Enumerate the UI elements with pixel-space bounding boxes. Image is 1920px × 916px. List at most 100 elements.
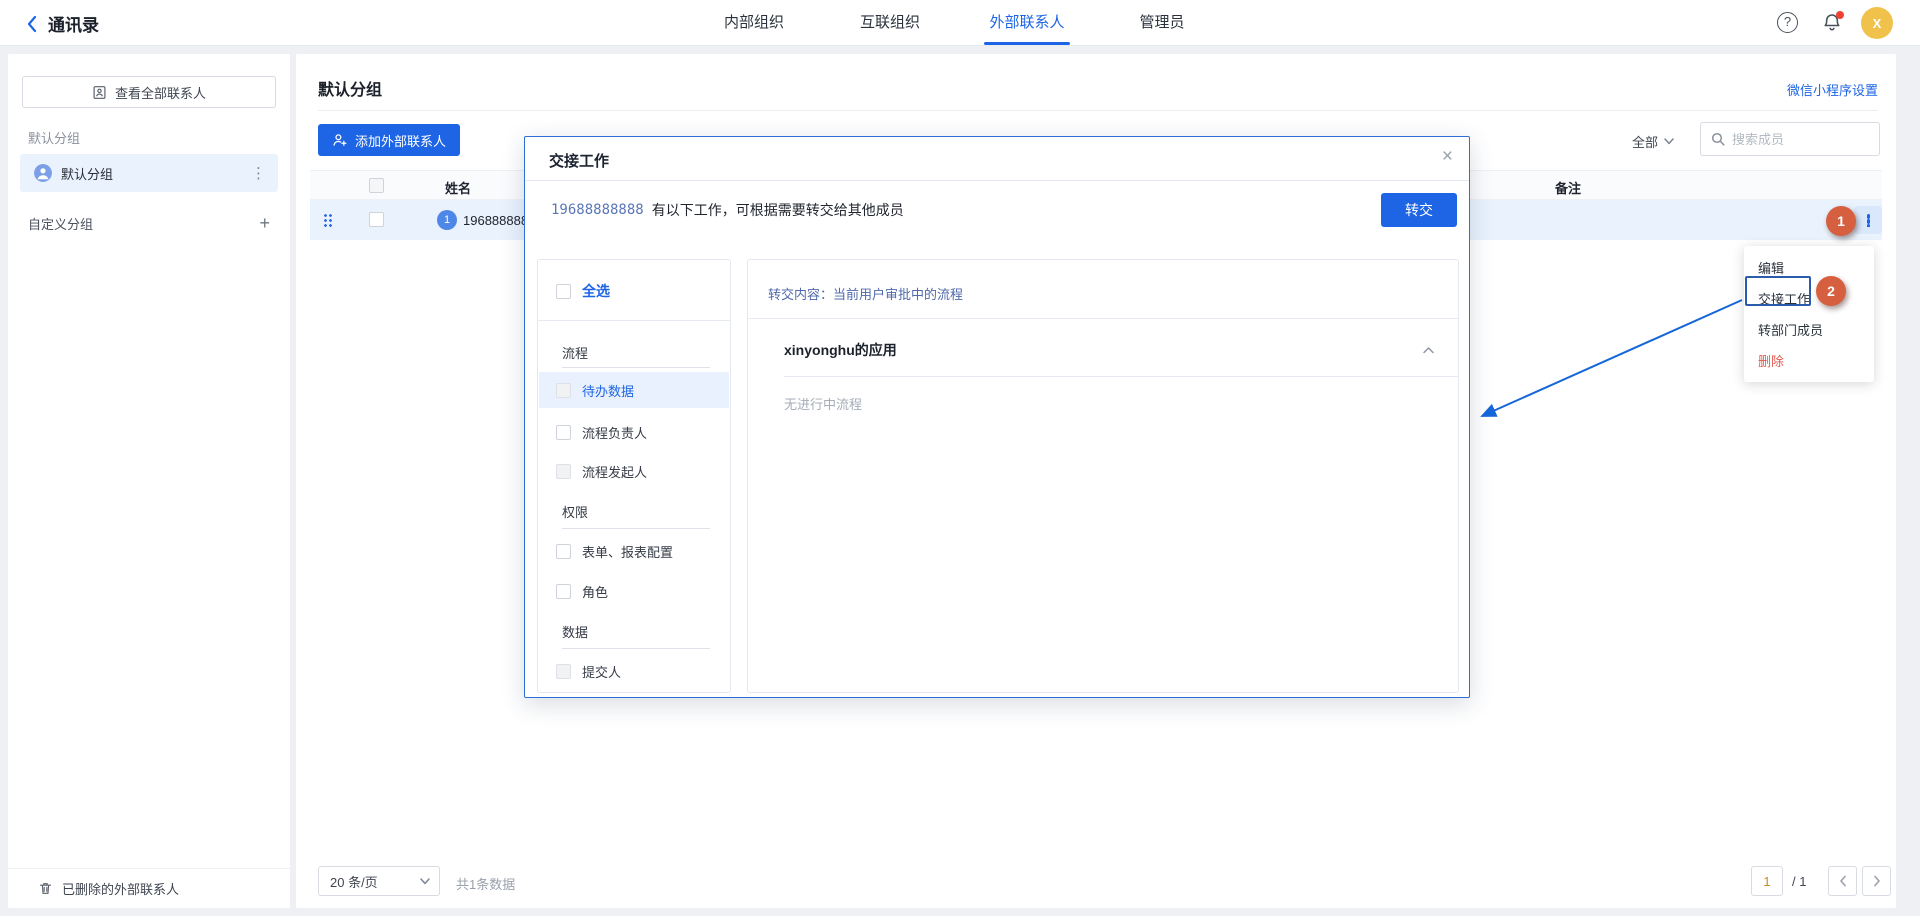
view-all-contacts-button[interactable]: 查看全部联系人 — [22, 76, 276, 108]
sidebar-item-default-group[interactable]: 默认分组 ⋮ — [20, 154, 278, 192]
total-pages-label: / 1 — [1792, 874, 1806, 889]
handover-modal: 交接工作 × 19688888888 有以下工作，可根据需要转交给其他成员 转交… — [524, 136, 1470, 698]
checkbox[interactable] — [556, 664, 571, 679]
select-all-checkbox[interactable] — [369, 178, 384, 193]
row-kebab-menu-icon[interactable] — [1854, 206, 1882, 234]
checklist-item-process-owner[interactable]: 流程负责人 — [556, 416, 647, 448]
app-group-row[interactable]: xinyonghu的应用 — [784, 334, 1434, 366]
section-label-permission: 权限 — [562, 502, 588, 521]
checklist-item-pending-data[interactable]: 待办数据 — [539, 372, 729, 408]
column-header-name: 姓名 — [445, 178, 471, 197]
divider — [748, 318, 1458, 319]
notification-bell-icon[interactable] — [1821, 11, 1845, 35]
row-avatar: 1 — [437, 210, 457, 230]
checklist-item-role[interactable]: 角色 — [556, 575, 608, 607]
custom-group-label: 自定义分组 — [28, 214, 93, 233]
checkbox[interactable] — [556, 464, 571, 479]
current-page-input[interactable]: 1 — [1751, 866, 1783, 896]
select-all-checkbox[interactable] — [556, 284, 571, 299]
section-underline — [562, 367, 710, 368]
checkbox[interactable] — [556, 584, 571, 599]
top-bar: 通讯录 内部组织 互联组织 外部联系人 管理员 ? X — [0, 0, 1920, 46]
tab-external-contacts[interactable]: 外部联系人 — [974, 0, 1080, 46]
checklist-item-label: 流程发起人 — [582, 462, 647, 481]
page-title: 通讯录 — [48, 11, 99, 36]
main-title: 默认分组 — [318, 76, 382, 100]
menu-item-handover-work[interactable]: 交接工作 — [1744, 283, 1874, 314]
notification-dot — [1836, 11, 1844, 19]
page-size-label: 20 条/页 — [330, 872, 378, 891]
checkbox[interactable] — [556, 383, 571, 398]
group-section-label: 默认分组 — [28, 128, 80, 147]
checklist-item-label: 提交人 — [582, 662, 621, 681]
checklist-item-label: 流程负责人 — [582, 423, 647, 442]
tab-internal-org[interactable]: 内部组织 — [712, 0, 796, 46]
tab-connected-org[interactable]: 互联组织 — [848, 0, 932, 46]
checkbox[interactable] — [556, 544, 571, 559]
default-group-label: 默认分组 — [61, 164, 251, 183]
transfer-content-panel: 转交内容：当前用户审批中的流程 xinyonghu的应用 无进行中流程 — [747, 259, 1459, 693]
divider — [538, 320, 730, 321]
back-chevron-icon — [26, 15, 38, 33]
menu-item-delete[interactable]: 删除 — [1744, 345, 1874, 376]
row-checkbox[interactable] — [369, 212, 384, 227]
header-divider — [318, 110, 1878, 111]
deleted-contacts-button[interactable]: 已删除的外部联系人 — [8, 868, 290, 908]
search-input[interactable] — [1732, 132, 1869, 147]
checklist-item-form-report-config[interactable]: 表单、报表配置 — [556, 535, 673, 567]
total-count-label: 共1条数据 — [456, 874, 515, 893]
empty-process-label: 无进行中流程 — [784, 394, 862, 413]
sidebar: 查看全部联系人 默认分组 默认分组 ⋮ 自定义分组 + — [8, 54, 290, 908]
view-all-contacts-label: 查看全部联系人 — [115, 83, 206, 102]
row-context-menu: 编辑 交接工作 转部门成员 删除 — [1744, 246, 1874, 382]
group-person-icon — [34, 164, 52, 182]
select-all-label: 全选 — [582, 281, 610, 301]
tab-admin[interactable]: 管理员 — [1126, 0, 1198, 46]
chevron-down-icon — [420, 878, 430, 885]
add-external-contact-button[interactable]: 添加外部联系人 — [318, 124, 460, 156]
section-label-data: 数据 — [562, 622, 588, 641]
help-icon[interactable]: ? — [1777, 12, 1798, 33]
menu-item-transfer-department-member[interactable]: 转部门成员 — [1744, 314, 1874, 345]
page: 通讯录 内部组织 互联组织 外部联系人 管理员 ? X 查看全部联系人 — [0, 0, 1920, 916]
prev-page-button[interactable] — [1828, 866, 1857, 896]
search-icon — [1711, 132, 1725, 146]
checklist-panel: 全选 流程 待办数据 流程负责人 流程发起人 权限 表单、报表配置 — [537, 259, 731, 693]
active-tab-underline — [984, 42, 1070, 45]
close-icon[interactable]: × — [1442, 147, 1453, 166]
checklist-item-label: 待办数据 — [582, 381, 634, 400]
person-plus-icon — [332, 132, 348, 148]
section-underline — [562, 648, 710, 649]
wechat-miniprogram-settings-link[interactable]: 微信小程序设置 — [1787, 80, 1878, 99]
contact-card-icon — [92, 85, 107, 100]
next-page-button[interactable] — [1862, 866, 1891, 896]
checklist-item-process-initiator[interactable]: 流程发起人 — [556, 455, 647, 487]
add-group-plus-icon[interactable]: + — [259, 214, 270, 232]
drag-handle-icon[interactable] — [323, 213, 332, 227]
app-name-label: xinyonghu的应用 — [784, 340, 897, 360]
trash-icon — [38, 881, 53, 896]
section-label-process: 流程 — [562, 343, 588, 362]
member-search — [1700, 122, 1880, 156]
select-all-row[interactable]: 全选 — [556, 276, 610, 306]
modal-title: 交接工作 — [549, 150, 609, 171]
menu-item-edit[interactable]: 编辑 — [1744, 252, 1874, 283]
section-underline — [562, 528, 710, 529]
page-size-select[interactable]: 20 条/页 — [318, 866, 440, 896]
chevron-up-icon[interactable] — [1423, 347, 1434, 354]
back-button[interactable]: 通讯录 — [26, 11, 99, 36]
modal-message-text: 有以下工作，可根据需要转交给其他成员 — [652, 200, 904, 220]
checkbox[interactable] — [556, 425, 571, 440]
group-kebab-menu-icon[interactable]: ⋮ — [251, 166, 266, 181]
checklist-item-label: 角色 — [582, 582, 608, 601]
checklist-item-submitter[interactable]: 提交人 — [556, 655, 621, 687]
chevron-down-icon — [1664, 138, 1674, 145]
modal-header: 交接工作 × — [525, 137, 1469, 181]
transfer-button[interactable]: 转交 — [1381, 193, 1457, 227]
deleted-contacts-label: 已删除的外部联系人 — [62, 879, 179, 898]
filter-all-dropdown[interactable]: 全部 — [1632, 131, 1688, 151]
user-avatar[interactable]: X — [1861, 7, 1893, 39]
filter-all-label: 全部 — [1632, 132, 1658, 151]
checklist-item-label: 表单、报表配置 — [582, 542, 673, 561]
custom-group-row: 自定义分组 + — [28, 210, 270, 236]
